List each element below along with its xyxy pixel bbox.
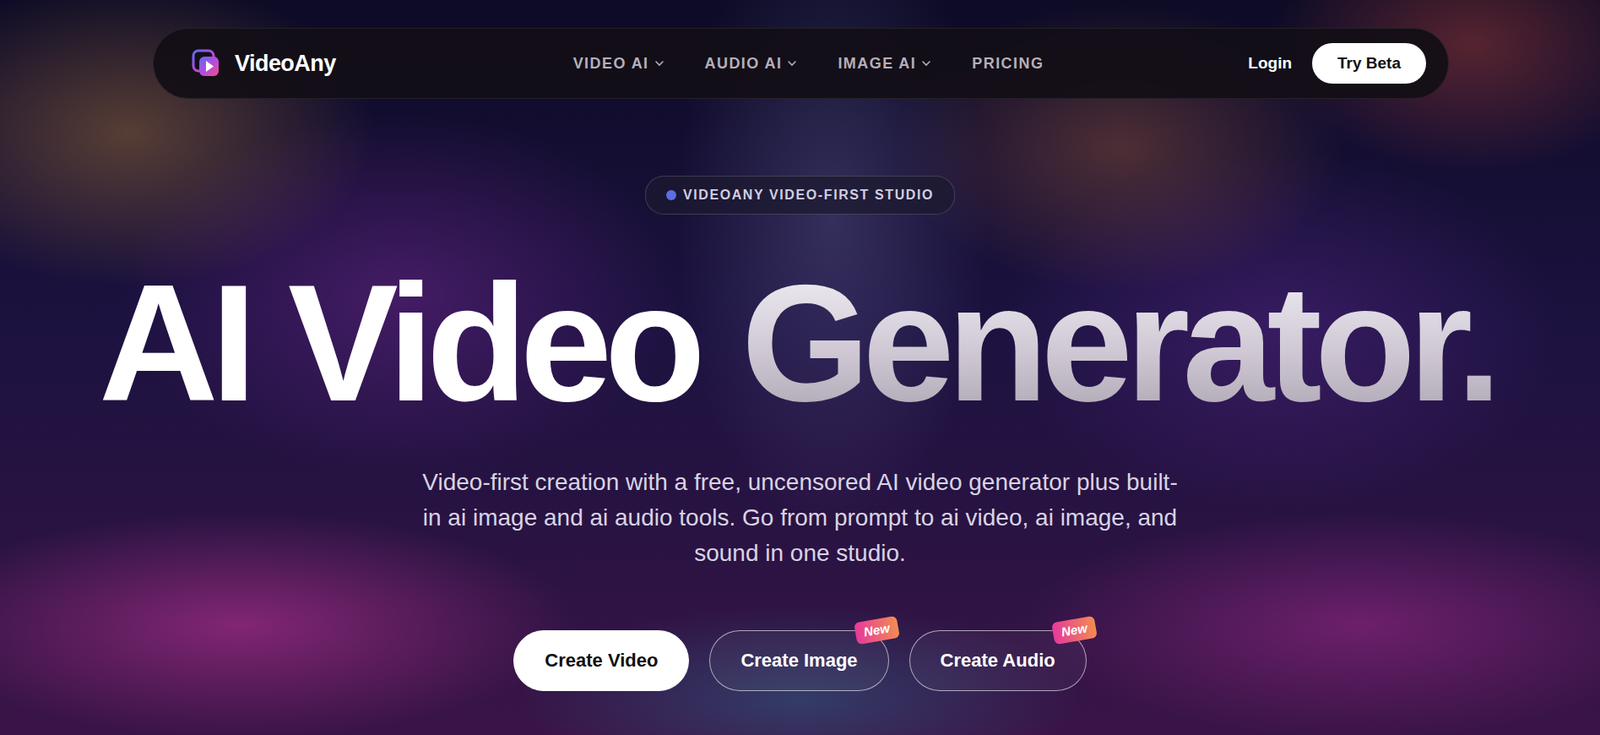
title-part: AI Video — [98, 256, 699, 431]
nav-actions: Login Try Beta — [1043, 43, 1427, 85]
button-label[interactable]: Create Video — [544, 645, 658, 674]
login-link[interactable]: Login — [1247, 51, 1292, 76]
try-beta-button[interactable]: Try Beta — [1312, 43, 1427, 85]
button-label[interactable]: Create Audio — [940, 645, 1056, 674]
chevron-down-icon — [921, 58, 932, 69]
badge-label: VIDEOANY VIDEO-FIRST STUDIO — [683, 184, 934, 206]
nav-item[interactable]: IMAGE AI — [837, 52, 932, 76]
hero-title: AI VideoGenerator. — [98, 256, 1502, 431]
badge-dot — [666, 189, 677, 201]
nav-item[interactable]: VIDEO AI — [573, 52, 665, 76]
nav-label[interactable]: AUDIO AI — [705, 52, 783, 76]
navbar-wrapper: VideoAnyVIDEO AIAUDIO AIIMAGE AIPRICINGL… — [0, 27, 1600, 99]
logo-icon — [190, 48, 222, 79]
nav-label[interactable]: IMAGE AI — [837, 52, 917, 76]
nav-label[interactable]: VIDEO AI — [573, 52, 650, 76]
button-label[interactable]: Create Image — [740, 645, 857, 674]
navbar: VideoAnyVIDEO AIAUDIO AIIMAGE AIPRICINGL… — [152, 27, 1449, 99]
hero-buttons: Create Video Create ImageNew Create AudioN… — [513, 629, 1086, 691]
title-part: Generator. — [741, 256, 1502, 431]
create-button[interactable]: Create AudioNew — [909, 629, 1087, 691]
chevron-down-icon — [654, 58, 665, 69]
nav-item[interactable]: PRICING — [971, 52, 1044, 76]
create-button[interactable]: Create Video — [513, 629, 689, 691]
hero-subtitle: Video-first creation with a free, uncens… — [420, 464, 1181, 571]
new-tag: New — [1051, 615, 1098, 645]
nav-item[interactable]: AUDIO AI — [705, 52, 798, 76]
new-tag: New — [853, 615, 901, 645]
brand[interactable]: VideoAny — [190, 46, 574, 82]
brand-name[interactable]: VideoAny — [234, 46, 337, 82]
hero: VIDEOANY VIDEO-FIRST STUDIO AI VideoGener… — [0, 98, 1600, 691]
create-button[interactable]: Create ImageNew — [709, 629, 889, 691]
nav-label[interactable]: PRICING — [971, 52, 1044, 76]
chevron-down-icon — [786, 58, 798, 69]
nav-menu: VIDEO AI AUDIO AI IMAGE AI PRICING — [573, 52, 1045, 76]
hero-badge: VIDEOANY VIDEO-FIRST STUDIO — [645, 175, 955, 215]
